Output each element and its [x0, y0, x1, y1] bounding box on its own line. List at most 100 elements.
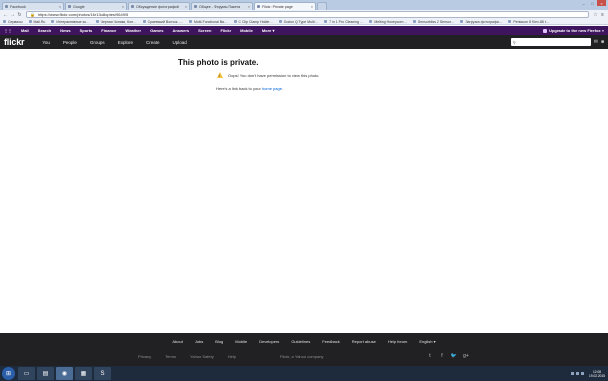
browser-tab[interactable]: Обсуждение фотографий ×	[128, 2, 190, 10]
home-page-link[interactable]: home page	[262, 86, 282, 91]
tumblr-icon[interactable]: t	[426, 353, 434, 359]
bookmark-item[interactable]: Загрузка фотографи…	[460, 20, 502, 24]
maximize-icon[interactable]: □	[588, 0, 597, 6]
yahoo-nav-more[interactable]: More ▾	[262, 28, 275, 33]
bookmark-item[interactable]: Интерактивные ко…	[51, 20, 90, 24]
footer-help-forum[interactable]: Help forum	[388, 339, 408, 344]
tray-icon[interactable]	[581, 372, 585, 375]
bookmark-item[interactable]: Mail.Ru	[28, 20, 45, 24]
tab-label: Общее - Форумы Пакета	[199, 4, 241, 9]
footer-privacy[interactable]: Privacy	[138, 354, 151, 359]
footer-jobs[interactable]: Jobs	[195, 339, 203, 344]
bookmark-item[interactable]: Multi-Functional Ba…	[189, 20, 228, 24]
reload-icon[interactable]: ↻	[16, 11, 23, 18]
back-arrow-icon[interactable]: ←	[2, 11, 9, 18]
language-select[interactable]: English ▾	[419, 339, 435, 344]
explorer-icon[interactable]: ▭	[18, 367, 35, 380]
bookmark-label: Sensorbliss 2 Sensor…	[417, 19, 455, 24]
star-icon[interactable]: ☆	[592, 11, 599, 18]
home-link-text: Here's a link back to your home page.	[216, 86, 283, 91]
footer-yahoo-safety[interactable]: Yahoo Safety	[190, 354, 214, 359]
footer-help[interactable]: Help	[228, 354, 236, 359]
page-title: This photo is private.	[178, 58, 259, 67]
twitter-icon[interactable]: 🐦	[450, 353, 458, 359]
yahoo-nav-sports[interactable]: Sports	[80, 28, 93, 33]
browser-tab-active[interactable]: Flickr: Private page ×	[254, 2, 316, 10]
footer-mobile[interactable]: Mobile	[235, 339, 247, 344]
yahoo-nav-mail[interactable]: Mail	[21, 28, 29, 33]
search-icon[interactable]: ⚲	[513, 40, 516, 45]
facebook-icon[interactable]: f	[438, 353, 446, 359]
footer-blog[interactable]: Blog	[215, 339, 223, 344]
bookmark-label: Черная Чопики, Кон…	[100, 19, 137, 24]
tray-icon[interactable]	[576, 372, 580, 375]
upgrade-firefox-link[interactable]: Upgrade to the new Firefox »	[543, 28, 604, 33]
browser-tab[interactable]: Google ×	[65, 2, 127, 10]
bookmark-item[interactable]: C Clip Clamp Holde…	[233, 20, 273, 24]
chrome-icon[interactable]: ◉	[56, 367, 73, 380]
tab-favicon	[5, 5, 8, 8]
bookmark-favicon	[324, 20, 328, 23]
footer-about[interactable]: About	[172, 339, 182, 344]
yahoo-nav-games[interactable]: Games	[150, 28, 163, 33]
grid-icon[interactable]: ⋮⋮	[4, 28, 12, 33]
yahoo-nav-mobile[interactable]: Mobile	[240, 28, 253, 33]
address-bar[interactable]: 🔒 https://www.flickr.com/photos/16r13u8op…	[26, 11, 589, 18]
yahoo-nav-weather[interactable]: Weather	[125, 28, 141, 33]
bookmark-item[interactable]: Сервисы	[3, 20, 23, 24]
nav-people[interactable]: People	[63, 40, 77, 45]
nav-explore[interactable]: Explore	[118, 40, 133, 45]
browser-tab[interactable]: Facebook ×	[2, 2, 64, 10]
yahoo-nav-flickr[interactable]: Flickr	[220, 28, 231, 33]
forward-arrow-icon[interactable]: →	[9, 11, 16, 18]
yahoo-nav-finance[interactable]: Finance	[101, 28, 116, 33]
clock[interactable]: 12:08 19.02.2015	[589, 370, 605, 378]
tray-icon[interactable]	[571, 372, 575, 375]
clock-date: 19.02.2015	[589, 373, 605, 378]
bookmark-item[interactable]: Sensorbliss 2 Sensor…	[412, 19, 455, 24]
folder-icon[interactable]: ▤	[37, 367, 54, 380]
start-button-icon[interactable]: ⊞	[2, 367, 15, 380]
google-plus-icon[interactable]: g+	[462, 353, 470, 359]
url-text: https://www.flickr.com/photos/16r13u8opt…	[37, 12, 129, 17]
footer-report-abuse[interactable]: Report abuse	[352, 339, 376, 344]
close-icon[interactable]: ×	[183, 5, 187, 9]
bookmark-item[interactable]: Godox Q Type Multi…	[278, 19, 319, 24]
footer-feedback[interactable]: Feedback	[322, 339, 340, 344]
close-window-icon[interactable]: ×	[597, 0, 606, 6]
yahoo-nav-screen[interactable]: Screen	[198, 28, 211, 33]
bookmark-label: Загрузка фотографи…	[465, 19, 503, 24]
footer-developers[interactable]: Developers	[259, 339, 279, 344]
nav-groups[interactable]: Groups	[90, 40, 105, 45]
browser-tab[interactable]: Общее - Форумы Пакета ×	[191, 2, 253, 10]
bookmark-item[interactable]: Melting Honeycom…	[369, 20, 407, 24]
nav-create[interactable]: Create	[146, 40, 160, 45]
close-icon[interactable]: ×	[57, 5, 61, 9]
bookmark-item[interactable]: Pentacon 8 Kiev-88 t…	[508, 20, 549, 24]
footer-guidelines[interactable]: Guidelines	[291, 339, 310, 344]
bookmark-item[interactable]: Черная Чопики, Кон…	[95, 19, 137, 24]
yahoo-nav-search[interactable]: Search	[38, 28, 51, 33]
yahoo-nav-answers[interactable]: Answers	[172, 28, 189, 33]
bookmark-item[interactable]: 7 in 1 Pro Cleaning …	[324, 20, 363, 24]
close-icon[interactable]: ×	[120, 5, 124, 9]
tab-favicon	[194, 5, 197, 8]
close-icon[interactable]: ×	[309, 5, 313, 9]
footer-terms[interactable]: Terms	[165, 354, 176, 359]
search-input[interactable]: ⚲	[510, 38, 591, 46]
skype-icon[interactable]: S	[94, 367, 111, 380]
minimize-icon[interactable]: –	[579, 0, 588, 6]
avatar-icon[interactable]: ■	[601, 39, 604, 45]
photo-app-icon[interactable]: ▦	[75, 367, 92, 380]
nav-upload[interactable]: Upload	[172, 40, 186, 45]
nav-you[interactable]: You	[42, 40, 50, 45]
flickr-logo[interactable]: flickr	[4, 37, 25, 47]
tab-label: Google	[73, 4, 85, 9]
bookmark-label: Godox Q Type Multi…	[283, 19, 319, 24]
bell-icon[interactable]: ✉	[594, 39, 598, 45]
yahoo-nav-news[interactable]: News	[60, 28, 70, 33]
bookmark-item[interactable]: Сраевский Волчок -…	[142, 20, 183, 24]
new-tab-button[interactable]	[317, 2, 327, 10]
close-icon[interactable]: ×	[246, 5, 250, 9]
menu-icon[interactable]: ≡	[599, 11, 606, 18]
